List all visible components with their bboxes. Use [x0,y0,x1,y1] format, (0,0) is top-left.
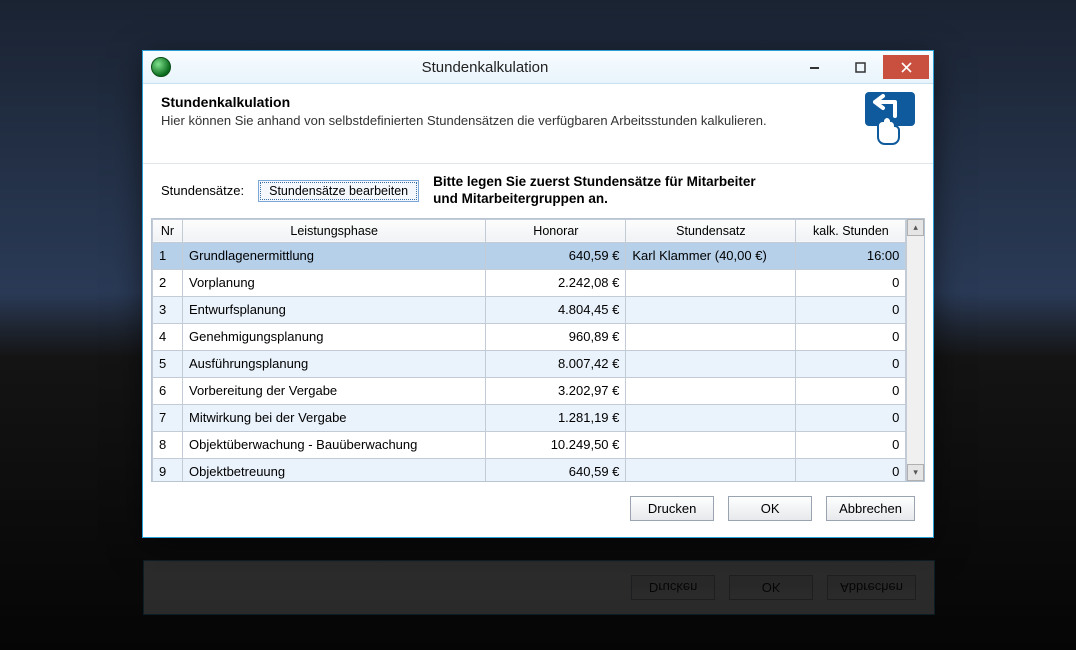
col-phase[interactable]: Leistungsphase [183,219,486,242]
cell-nr[interactable]: 7 [153,404,183,431]
cell-phase[interactable]: Ausführungsplanung [183,350,486,377]
titlebar[interactable]: Stundenkalkulation [143,51,933,84]
cell-phase[interactable]: Entwurfsplanung [183,296,486,323]
enter-hand-icon [845,90,915,149]
cell-kalk[interactable]: 0 [796,350,906,377]
hint-text: Bitte legen Sie zuerst Stundensätze für … [433,174,756,208]
table-row[interactable]: 6Vorbereitung der Vergabe3.202,97 € 0 [153,377,906,404]
cell-satz[interactable] [626,323,796,350]
cell-kalk[interactable]: 0 [796,404,906,431]
cell-honorar[interactable]: 10.249,50 € [486,431,626,458]
data-grid[interactable]: Nr Leistungsphase Honorar Stundensatz ka… [151,218,925,482]
cell-satz[interactable] [626,296,796,323]
cell-honorar[interactable]: 4.804,45 € [486,296,626,323]
dialog-footer: Drucken OK Abbrechen [143,482,933,537]
app-icon [151,57,171,77]
cell-phase[interactable]: Vorbereitung der Vergabe [183,377,486,404]
cell-phase[interactable]: Genehmigungsplanung [183,323,486,350]
cell-phase[interactable]: Objektüberwachung - Bauüberwachung [183,431,486,458]
cell-kalk[interactable]: 0 [796,296,906,323]
cell-phase[interactable]: Vorplanung [183,269,486,296]
cell-satz[interactable] [626,377,796,404]
table-row[interactable]: 2Vorplanung2.242,08 € 0 [153,269,906,296]
ok-button[interactable]: OK [728,496,812,521]
cell-nr[interactable]: 5 [153,350,183,377]
table-row[interactable]: 3Entwurfsplanung4.804,45 € 0 [153,296,906,323]
cell-nr[interactable]: 6 [153,377,183,404]
cell-nr[interactable]: 4 [153,323,183,350]
cell-phase[interactable]: Mitwirkung bei der Vergabe [183,404,486,431]
vertical-scrollbar[interactable]: ▴ ▾ [906,219,924,481]
cell-nr[interactable]: 2 [153,269,183,296]
table-row[interactable]: 8Objektüberwachung - Bauüberwachung10.24… [153,431,906,458]
col-nr[interactable]: Nr [153,219,183,242]
cell-phase[interactable]: Objektbetreuung [183,458,486,482]
cancel-button[interactable]: Abbrechen [826,496,915,521]
header-description: Hier können Sie anhand von selbstdefinie… [161,112,831,130]
cell-nr[interactable]: 9 [153,458,183,482]
rates-label: Stundensätze: [161,183,244,198]
col-satz[interactable]: Stundensatz [626,219,796,242]
table-row[interactable]: 5Ausführungsplanung8.007,42 € 0 [153,350,906,377]
scroll-down-icon[interactable]: ▾ [907,464,924,481]
cell-honorar[interactable]: 3.202,97 € [486,377,626,404]
column-headers[interactable]: Nr Leistungsphase Honorar Stundensatz ka… [153,219,906,242]
table-row[interactable]: 7Mitwirkung bei der Vergabe1.281,19 € 0 [153,404,906,431]
cell-kalk[interactable]: 16:00 [796,242,906,269]
header-title: Stundenkalkulation [161,94,831,110]
table-row[interactable]: 4Genehmigungsplanung960,89 € 0 [153,323,906,350]
cell-honorar[interactable]: 1.281,19 € [486,404,626,431]
cell-honorar[interactable]: 2.242,08 € [486,269,626,296]
cell-kalk[interactable]: 0 [796,323,906,350]
cell-satz[interactable] [626,404,796,431]
print-button[interactable]: Drucken [630,496,714,521]
cell-honorar[interactable]: 640,59 € [486,242,626,269]
maximize-button[interactable] [837,55,883,79]
cell-nr[interactable]: 3 [153,296,183,323]
toolbar: Stundensätze: Stundensätze bearbeiten Bi… [143,164,933,214]
cell-satz[interactable] [626,269,796,296]
dialog-window: Stundenkalkulation Stundenkalkulation Hi… [142,50,934,538]
close-button[interactable] [883,55,929,79]
table-row[interactable]: 1Grundlagenermittlung640,59 €Karl Klamme… [153,242,906,269]
cell-honorar[interactable]: 8.007,42 € [486,350,626,377]
cell-satz[interactable] [626,431,796,458]
col-kalk[interactable]: kalk. Stunden [796,219,906,242]
cell-kalk[interactable]: 0 [796,458,906,482]
cell-satz[interactable] [626,350,796,377]
cell-honorar[interactable]: 640,59 € [486,458,626,482]
cell-nr[interactable]: 8 [153,431,183,458]
cell-kalk[interactable]: 0 [796,269,906,296]
cell-kalk[interactable]: 0 [796,431,906,458]
header: Stundenkalkulation Hier können Sie anhan… [143,84,933,164]
minimize-button[interactable] [791,55,837,79]
table-row[interactable]: 9Objektbetreuung640,59 € 0 [153,458,906,482]
window-controls [791,55,929,79]
cell-phase[interactable]: Grundlagenermittlung [183,242,486,269]
cell-honorar[interactable]: 960,89 € [486,323,626,350]
edit-rates-button[interactable]: Stundensätze bearbeiten [258,180,419,202]
cell-nr[interactable]: 1 [153,242,183,269]
scroll-up-icon[interactable]: ▴ [907,219,924,236]
window-title: Stundenkalkulation [179,59,791,76]
cell-satz[interactable] [626,458,796,482]
cell-satz[interactable]: Karl Klammer (40,00 €) [626,242,796,269]
col-honorar[interactable]: Honorar [486,219,626,242]
cell-kalk[interactable]: 0 [796,377,906,404]
